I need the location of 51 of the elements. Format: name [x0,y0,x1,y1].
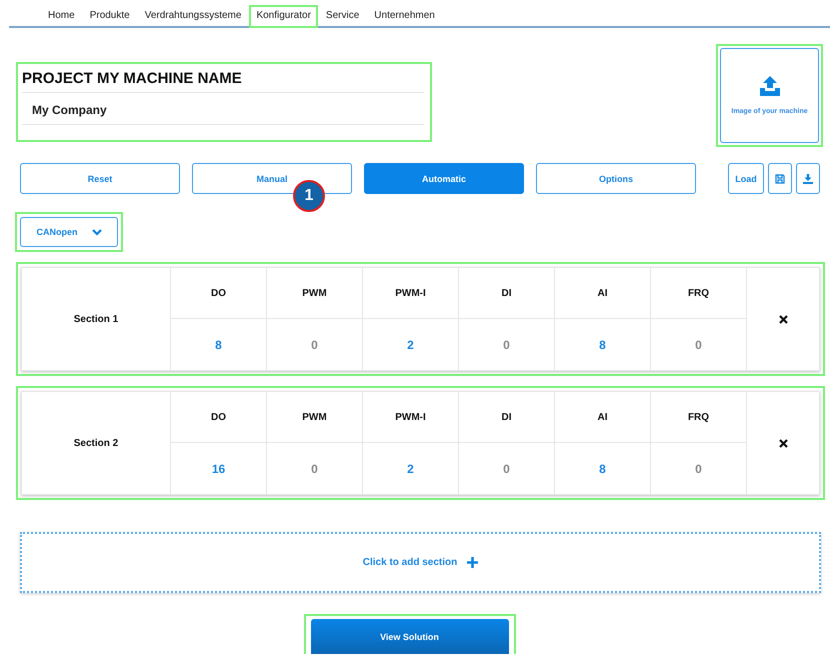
plus-icon [467,557,478,568]
column-header: PWM [267,392,363,443]
column-header: PWM [267,268,363,319]
company-name: My Company [22,93,424,125]
close-icon[interactable] [778,314,788,324]
column-header: DI [459,268,555,319]
column-header: DI [459,392,555,443]
nav-link[interactable]: Konfigurator [249,5,318,28]
channel-count: 0 [459,443,555,494]
close-icon[interactable] [778,438,788,448]
channel-count: 0 [651,319,747,370]
mode-button[interactable]: Automatic [364,163,524,194]
channel-count: 8 [171,319,267,370]
load-button[interactable]: Load [728,163,764,194]
nav-link[interactable]: Verdrahtungssysteme [138,5,248,28]
chevron-down-icon [92,228,102,236]
channel-count: 2 [363,319,459,370]
channel-count: 0 [267,319,363,370]
section-name: Section 1 [22,268,171,370]
download-button[interactable] [796,163,820,194]
nav-link[interactable]: Unternehmen [367,5,442,28]
protocol-dropdown[interactable]: CANopen [20,217,118,247]
nav-link[interactable]: Service [318,5,366,28]
column-header: FRQ [651,392,747,443]
upload-icon [758,76,780,96]
section-name: Section 2 [22,392,171,494]
column-header: AI [555,268,651,319]
nav-link[interactable]: Home [41,5,82,28]
download-icon [803,174,813,184]
channel-count: 0 [459,319,555,370]
add-section-button[interactable]: Click to add section [20,532,821,593]
column-header: FRQ [651,268,747,319]
column-header: PWM-I [363,392,459,443]
step-badge: 1 [293,180,325,212]
nav-link[interactable]: Produkte [82,5,137,28]
channel-count: 0 [267,443,363,494]
channel-count: 0 [651,443,747,494]
project-title: PROJECT MY MACHINE NAME [22,68,424,93]
save-icon [775,174,785,184]
channel-count: 2 [363,443,459,494]
column-header: AI [555,392,651,443]
channel-count: 8 [555,443,651,494]
column-header: DO [171,392,267,443]
mode-button[interactable]: Options [536,163,696,194]
column-header: DO [171,268,267,319]
column-header: PWM-I [363,268,459,319]
channel-count: 16 [171,443,267,494]
save-button[interactable] [768,163,792,194]
view-solution-button[interactable]: View Solution [310,619,508,654]
channel-count: 8 [555,319,651,370]
mode-button[interactable]: Reset [20,163,180,194]
